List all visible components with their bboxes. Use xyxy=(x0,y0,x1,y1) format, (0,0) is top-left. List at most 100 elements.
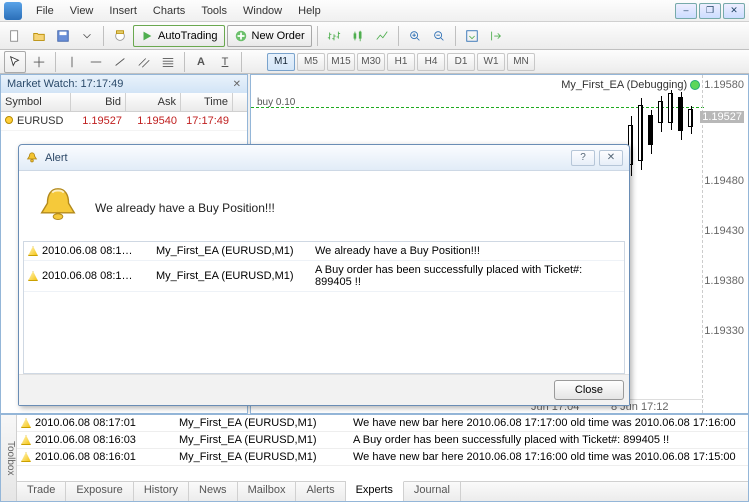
timeframe-m30[interactable]: M30 xyxy=(357,53,385,71)
alert-title: Alert xyxy=(45,152,68,164)
menu-insert[interactable]: Insert xyxy=(101,2,145,20)
crosshair-icon xyxy=(32,55,46,69)
zoom-in-button[interactable] xyxy=(404,25,426,47)
toolbox-row[interactable]: 2010.06.08 08:16:01My_First_EA (EURUSD,M… xyxy=(17,449,748,466)
toolbox-panel: Toolbox 2010.06.08 08:17:01My_First_EA (… xyxy=(0,414,749,502)
bell-icon xyxy=(25,151,39,165)
timeframe-h4[interactable]: H4 xyxy=(417,53,445,71)
new-file-button[interactable] xyxy=(4,25,26,47)
toolbox-row[interactable]: 2010.06.08 08:16:03My_First_EA (EURUSD,M… xyxy=(17,432,748,449)
autoscroll-button[interactable] xyxy=(461,25,483,47)
zoom-in-icon xyxy=(408,29,422,43)
save-icon xyxy=(56,29,70,43)
menu-bar: File View Insert Charts Tools Window Hel… xyxy=(0,0,749,22)
zoom-out-icon xyxy=(432,29,446,43)
toolbox-tab-history[interactable]: History xyxy=(134,482,189,501)
crosshair-button[interactable] xyxy=(28,51,50,73)
fibo-button[interactable] xyxy=(157,51,179,73)
toolbox-tab-mailbox[interactable]: Mailbox xyxy=(238,482,297,501)
chart-bars-button[interactable] xyxy=(323,25,345,47)
toolbox-tab-alerts[interactable]: Alerts xyxy=(296,482,345,501)
warning-icon xyxy=(21,435,31,445)
toolbox-tab-journal[interactable]: Journal xyxy=(404,482,461,501)
toolbox-tabs: TradeExposureHistoryNewsMailboxAlertsExp… xyxy=(17,481,748,501)
alert-log-list: 2010.06.08 08:1…My_First_EA (EURUSD,M1)W… xyxy=(23,241,625,374)
dialog-close-button[interactable]: ✕ xyxy=(599,150,623,166)
timeframe-m15[interactable]: M15 xyxy=(327,53,355,71)
text-icon: A xyxy=(197,56,205,68)
timeframe-h1[interactable]: H1 xyxy=(387,53,415,71)
folder-button[interactable] xyxy=(28,25,50,47)
market-watch-header: Symbol Bid Ask Time xyxy=(1,93,247,112)
chart-candles-button[interactable] xyxy=(347,25,369,47)
trendline-button[interactable] xyxy=(109,51,131,73)
shift-icon xyxy=(489,29,503,43)
window-close-button[interactable]: ✕ xyxy=(723,3,745,19)
folder-icon xyxy=(32,29,46,43)
market-watch-row[interactable]: EURUSD1.195271.1954017:17:49 xyxy=(1,112,247,131)
shift-end-button[interactable] xyxy=(485,25,507,47)
app-logo xyxy=(4,2,22,20)
chart-line-button[interactable] xyxy=(371,25,393,47)
dialog-help-button[interactable]: ? xyxy=(571,150,595,166)
symbol-icon xyxy=(5,116,13,124)
toolbox-tab-exposure[interactable]: Exposure xyxy=(66,482,133,501)
toolbox-tab-experts[interactable]: Experts xyxy=(346,481,404,501)
timeframe-m1[interactable]: M1 xyxy=(267,53,295,71)
toolbox-tab-news[interactable]: News xyxy=(189,482,238,501)
menu-help[interactable]: Help xyxy=(290,2,329,20)
warning-icon xyxy=(21,418,31,428)
timeframe-d1[interactable]: D1 xyxy=(447,53,475,71)
cursor-icon xyxy=(8,55,22,69)
autotrading-button[interactable]: AutoTrading xyxy=(133,25,225,47)
warning-icon xyxy=(21,452,31,462)
window-minimize-button[interactable]: – xyxy=(675,3,697,19)
text-label-button[interactable]: T xyxy=(214,51,236,73)
hline-button[interactable] xyxy=(85,51,107,73)
autoscroll-icon xyxy=(465,29,479,43)
vline-button[interactable] xyxy=(61,51,83,73)
candles-icon xyxy=(351,29,365,43)
save-button[interactable] xyxy=(52,25,74,47)
menu-window[interactable]: Window xyxy=(235,2,290,20)
text-button[interactable]: A xyxy=(190,51,212,73)
trendline-icon xyxy=(113,55,127,69)
timeframe-mn[interactable]: MN xyxy=(507,53,535,71)
channel-button[interactable] xyxy=(133,51,155,73)
window-restore-button[interactable]: ❐ xyxy=(699,3,721,19)
cursor-button[interactable] xyxy=(4,51,26,73)
warning-icon xyxy=(28,271,38,281)
menu-charts[interactable]: Charts xyxy=(145,2,193,20)
chart-toolbar: A T M1M5M15M30H1H4D1W1MN xyxy=(0,50,749,74)
toolbox-row[interactable]: 2010.06.08 08:17:01My_First_EA (EURUSD,M… xyxy=(17,415,748,432)
market-watch-close-button[interactable]: ✕ xyxy=(233,79,241,90)
new-order-button[interactable]: New Order xyxy=(227,25,312,47)
play-icon xyxy=(140,29,154,43)
alert-dialog: Alert ? ✕ We already have a Buy Position… xyxy=(18,144,630,406)
toolbox-tab-trade[interactable]: Trade xyxy=(17,482,66,501)
timeframe-m5[interactable]: M5 xyxy=(297,53,325,71)
profile-icon xyxy=(113,29,127,43)
alert-log-row[interactable]: 2010.06.08 08:1…My_First_EA (EURUSD,M1)W… xyxy=(24,242,624,261)
menu-tools[interactable]: Tools xyxy=(193,2,235,20)
file-icon xyxy=(8,29,22,43)
alert-title-bar[interactable]: Alert ? ✕ xyxy=(19,145,629,171)
alert-close-button[interactable]: Close xyxy=(554,380,624,400)
main-toolbar: AutoTrading New Order xyxy=(0,22,749,50)
alert-message: We already have a Buy Position!!! xyxy=(95,201,275,215)
market-watch-title: Market Watch: 17:17:49 xyxy=(7,78,123,90)
plus-icon xyxy=(234,29,248,43)
bell-large-icon xyxy=(35,185,81,231)
channel-icon xyxy=(137,55,151,69)
menu-view[interactable]: View xyxy=(62,2,102,20)
fibo-icon xyxy=(161,55,175,69)
toolbox-label: Toolbox xyxy=(1,415,17,501)
chevron-down-icon xyxy=(80,29,94,43)
alert-log-row[interactable]: 2010.06.08 08:1…My_First_EA (EURUSD,M1)A… xyxy=(24,261,624,292)
menu-file[interactable]: File xyxy=(28,2,62,20)
dropdown-button[interactable] xyxy=(76,25,98,47)
zoom-out-button[interactable] xyxy=(428,25,450,47)
profile-button[interactable] xyxy=(109,25,131,47)
timeframe-w1[interactable]: W1 xyxy=(477,53,505,71)
bars-icon xyxy=(327,29,341,43)
